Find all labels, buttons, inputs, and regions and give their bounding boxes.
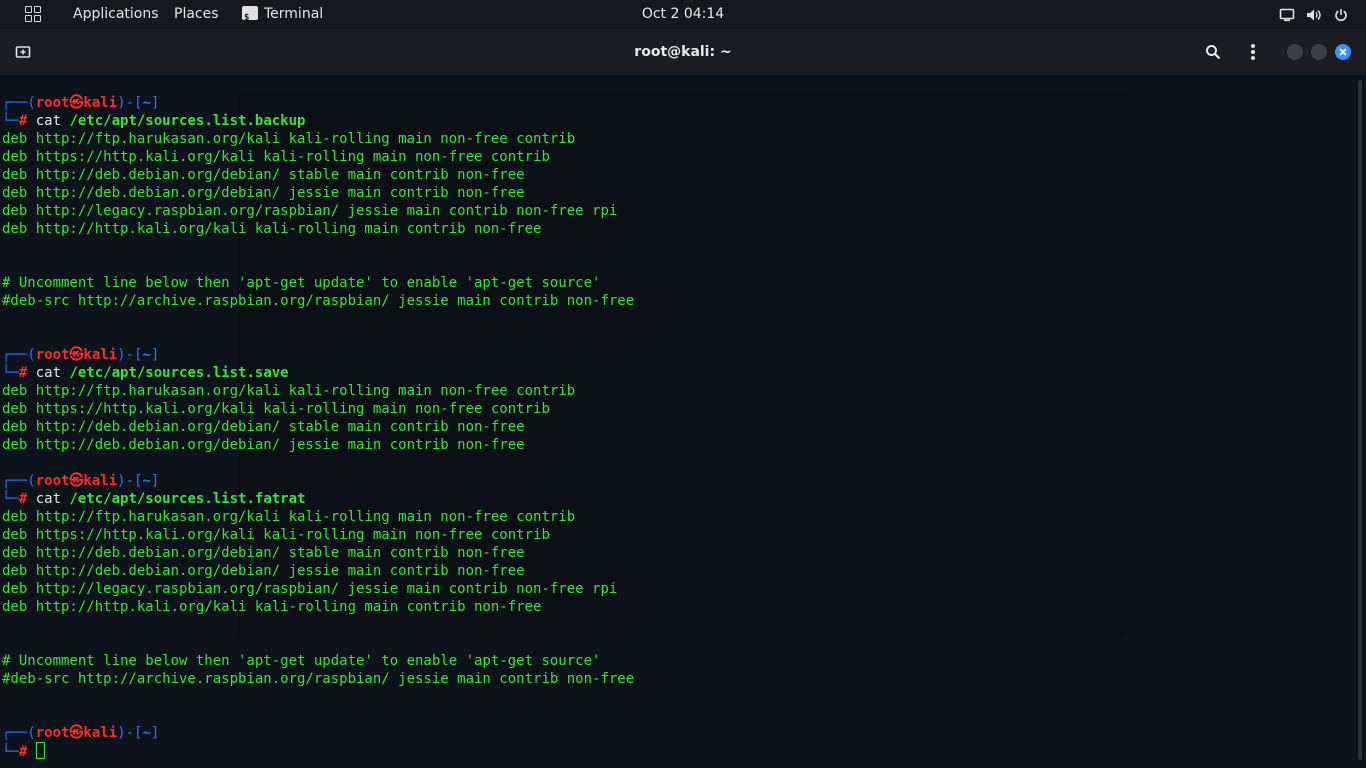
- prompt-frame: ]: [150, 347, 160, 363]
- output-line: deb http://legacy.raspbian.org/raspbian/…: [2, 203, 618, 219]
- command-argument: /etc/apt/sources.list.fatrat: [69, 491, 306, 507]
- prompt-frame: )-[: [117, 473, 143, 489]
- output-line: deb http://deb.debian.org/debian/ stable…: [2, 545, 525, 561]
- output-line: deb https://http.kali.org/kali kali-roll…: [2, 149, 550, 165]
- prompt-frame: └─: [2, 365, 19, 381]
- command-line: └─# cat /etc/apt/sources.list.save: [2, 364, 634, 382]
- prompt-user-host: root㉿kali: [35, 95, 118, 111]
- output-line: deb http://deb.debian.org/debian/ jessie…: [2, 437, 525, 453]
- display-icon[interactable]: [1277, 0, 1297, 29]
- output-line: deb http://ftp.harukasan.org/kali kali-r…: [2, 131, 576, 147]
- volume-icon[interactable]: [1304, 0, 1324, 29]
- prompt-line: ┌──(root㉿kali)-[~]: [2, 346, 634, 364]
- output-line: deb http://ftp.harukasan.org/kali kali-r…: [2, 383, 576, 399]
- output-line: deb http://http.kali.org/kali kali-rolli…: [2, 599, 542, 615]
- output-line: deb https://http.kali.org/kali kali-roll…: [2, 401, 550, 417]
- places-menu[interactable]: Places: [174, 0, 219, 29]
- minimize-icon[interactable]: [1287, 44, 1303, 60]
- terminal-headerbar: root@kali: ~: [0, 29, 1366, 76]
- prompt-line: ┌──(root㉿kali)-[~]: [2, 724, 634, 742]
- prompt-frame: ┌──(: [2, 473, 36, 489]
- prompt-frame: )-[: [117, 347, 143, 363]
- prompt-dir: ~: [142, 725, 151, 741]
- cursor[interactable]: [35, 742, 45, 759]
- command-argument: /etc/apt/sources.list.backup: [69, 113, 306, 129]
- terminal-output: ┌──(root㉿kali)-[~] └─# cat /etc/apt/sourc…: [2, 94, 634, 760]
- menu-kebab-icon[interactable]: [1242, 41, 1264, 63]
- prompt-user-host: root㉿kali: [35, 473, 118, 489]
- prompt-dir: ~: [142, 95, 151, 111]
- prompt-line: ┌──(root㉿kali)-[~]: [2, 94, 634, 112]
- prompt-line: ┌──(root㉿kali)-[~]: [2, 472, 634, 490]
- maximize-icon[interactable]: [1311, 44, 1327, 60]
- prompt-frame: )-[: [117, 95, 143, 111]
- output-line: deb http://legacy.raspbian.org/raspbian/…: [2, 581, 618, 597]
- output-line: deb https://http.kali.org/kali kali-roll…: [2, 527, 550, 543]
- window-title-container: root@kali: ~: [0, 29, 1366, 75]
- terminal-app-label: Terminal: [264, 6, 324, 22]
- prompt-frame: ┌──(: [2, 347, 36, 363]
- output-line: deb http://ftp.harukasan.org/kali kali-r…: [2, 509, 576, 525]
- close-icon[interactable]: [1335, 44, 1351, 60]
- new-tab-icon[interactable]: [12, 41, 34, 63]
- output-line: # Uncomment line below then 'apt-get upd…: [2, 275, 601, 291]
- command-name: cat: [27, 491, 70, 507]
- command-name: cat: [27, 365, 70, 381]
- terminal-app-icon: [242, 4, 258, 33]
- search-icon[interactable]: [1202, 41, 1224, 63]
- activities-grid-icon[interactable]: [25, 6, 41, 22]
- terminal-app-menu[interactable]: Terminal: [242, 0, 324, 33]
- command-line: └─# cat /etc/apt/sources.list.backup: [2, 112, 634, 130]
- terminal-scrollbar[interactable]: [1358, 80, 1362, 760]
- prompt-dir: ~: [142, 347, 151, 363]
- top-panel: Applications Places Terminal Oct 2 04:14: [0, 0, 1366, 33]
- output-line: deb http://deb.debian.org/debian/ stable…: [2, 419, 525, 435]
- output-line: deb http://deb.debian.org/debian/ jessie…: [2, 563, 525, 579]
- prompt-frame: └─: [2, 744, 19, 760]
- prompt-frame: ┌──(: [2, 725, 36, 741]
- command-name: cat: [27, 113, 70, 129]
- prompt-user-host: root㉿kali: [35, 725, 118, 741]
- prompt-frame: )-[: [117, 725, 143, 741]
- output-line: deb http://deb.debian.org/debian/ stable…: [2, 167, 525, 183]
- prompt-frame: ┌──(: [2, 95, 36, 111]
- prompt-frame: ]: [150, 95, 160, 111]
- prompt-frame: ]: [150, 725, 160, 741]
- prompt-dir: ~: [142, 473, 151, 489]
- applications-menu[interactable]: Applications: [73, 0, 159, 29]
- output-line: #deb-src http://archive.raspbian.org/ras…: [2, 671, 635, 687]
- window-title: root@kali: ~: [634, 44, 732, 60]
- clock[interactable]: Oct 2 04:14: [642, 6, 724, 22]
- command-line: └─#: [2, 742, 634, 760]
- command-argument: /etc/apt/sources.list.save: [69, 365, 289, 381]
- prompt-user-host: root㉿kali: [35, 347, 118, 363]
- power-icon[interactable]: [1331, 0, 1351, 29]
- prompt-frame: ]: [150, 473, 160, 489]
- output-line: deb http://http.kali.org/kali kali-rolli…: [2, 221, 542, 237]
- prompt-frame: └─: [2, 113, 19, 129]
- output-line: # Uncomment line below then 'apt-get upd…: [2, 653, 601, 669]
- output-line: #deb-src http://archive.raspbian.org/ras…: [2, 293, 635, 309]
- output-line: deb http://deb.debian.org/debian/ jessie…: [2, 185, 525, 201]
- terminal-body[interactable]: ┌──(root㉿kali)-[~] └─# cat /etc/apt/sourc…: [0, 76, 1366, 768]
- prompt-frame: └─: [2, 491, 19, 507]
- command-line: └─# cat /etc/apt/sources.list.fatrat: [2, 490, 634, 508]
